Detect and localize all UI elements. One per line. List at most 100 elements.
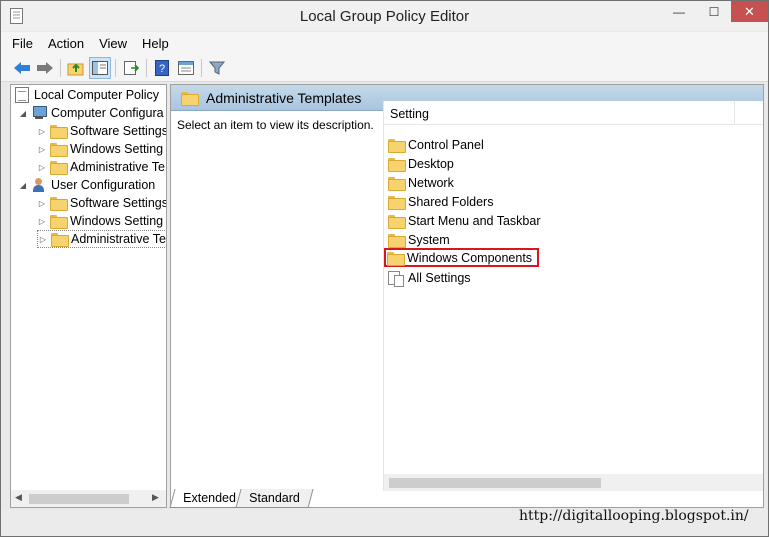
computer-icon (31, 106, 47, 120)
tree-item-computer-windows-settings[interactable]: ▷ Windows Setting (37, 140, 163, 158)
watermark-text: http://digitallooping.blogspot.in/ (519, 508, 749, 524)
tree-item-user-software-settings[interactable]: ▷ Software Settings (37, 194, 167, 212)
collapsed-chevron-icon[interactable]: ▷ (37, 127, 47, 136)
svg-text:?: ? (159, 63, 165, 75)
details-pane: Administrative Templates Select an item … (170, 84, 764, 508)
column-divider[interactable] (734, 101, 735, 125)
tree-item-label: Windows Setting (70, 214, 164, 228)
tab-label: Standard (249, 491, 300, 505)
list-item-label: Control Panel (408, 137, 484, 152)
forward-arrow-icon[interactable] (34, 57, 56, 79)
all-settings-icon (388, 270, 404, 287)
folder-icon (388, 157, 406, 172)
user-icon (31, 178, 47, 192)
collapsed-chevron-icon[interactable]: ▷ (37, 145, 47, 154)
collapsed-chevron-icon[interactable]: ▷ (38, 235, 48, 244)
tree-item-local-computer-policy[interactable]: Local Computer Policy (15, 86, 159, 104)
folder-icon (388, 214, 406, 229)
tree-item-label: Software Settings (70, 196, 167, 210)
list-item-windows-components[interactable]: Windows Components (384, 248, 540, 267)
folder-icon (388, 195, 406, 210)
folder-icon (388, 233, 406, 248)
show-tree-icon[interactable] (89, 57, 111, 79)
list-item-label: Start Menu and Taskbar (408, 213, 541, 228)
list-item-system[interactable]: System (387, 230, 450, 249)
folder-icon (50, 143, 68, 157)
list-item-network[interactable]: Network (387, 173, 454, 192)
folder-icon (51, 233, 69, 247)
up-folder-icon[interactable] (65, 57, 87, 79)
menu-view[interactable]: View (99, 36, 127, 51)
folder-icon (50, 125, 68, 139)
list-item-control-panel[interactable]: Control Panel (387, 135, 484, 154)
expanded-chevron-icon[interactable]: ◢ (18, 109, 28, 118)
minimize-button[interactable]: — (661, 1, 697, 22)
toolbar-separator (115, 59, 116, 77)
list-item-desktop[interactable]: Desktop (387, 154, 454, 173)
tree-item-user-administrative-templates[interactable]: ▷ Administrative Te (37, 230, 166, 248)
tree-item-user-configuration[interactable]: ◢ User Configuration (18, 176, 155, 194)
menu-bar: File Action View Help (1, 32, 768, 54)
window-title: Local Group Policy Editor (299, 8, 470, 25)
collapsed-chevron-icon[interactable]: ▷ (37, 163, 47, 172)
filter-icon[interactable] (206, 57, 228, 79)
collapsed-chevron-icon[interactable]: ▷ (37, 199, 47, 208)
app-window: Local Group Policy Editor — ☐ ✕ File Act… (0, 0, 769, 537)
tree-item-label: Local Computer Policy (34, 88, 160, 102)
expanded-chevron-icon[interactable]: ◢ (18, 181, 28, 190)
view-tabs: Extended Standard (169, 489, 764, 509)
tree-horizontal-scrollbar[interactable]: ◀ ▶ (11, 490, 166, 507)
scrollbar-thumb[interactable] (29, 494, 129, 504)
back-arrow-icon[interactable] (11, 57, 33, 79)
list-item-all-settings[interactable]: All Settings (387, 268, 471, 287)
maximize-button[interactable]: ☐ (697, 1, 731, 22)
tree-item-user-windows-settings[interactable]: ▷ Windows Setting (37, 212, 163, 230)
tree-item-label: User Configuration (51, 178, 156, 192)
folder-icon (50, 197, 68, 211)
scroll-right-icon[interactable]: ▶ (152, 492, 159, 503)
scrollbar-thumb[interactable] (389, 478, 601, 488)
toolbar-separator (201, 59, 202, 77)
list-item-label: Shared Folders (408, 194, 494, 209)
properties-icon[interactable] (175, 57, 197, 79)
column-header-setting[interactable]: Setting (390, 107, 429, 121)
toolbar: ? (1, 54, 768, 82)
folder-icon (50, 215, 68, 229)
description-text: Select an item to view its description. (177, 118, 374, 132)
list-item-shared-folders[interactable]: Shared Folders (387, 192, 493, 211)
folder-icon (387, 251, 405, 266)
tab-label: Extended (183, 491, 236, 505)
list-item-label: Network (408, 175, 454, 190)
folder-icon (388, 176, 406, 191)
policy-document-icon (15, 87, 29, 103)
tab-standard[interactable]: Standard (235, 489, 314, 508)
export-list-icon[interactable] (120, 57, 142, 79)
menu-file[interactable]: File (12, 36, 33, 51)
folder-icon (388, 138, 406, 153)
list-item-label: Desktop (408, 156, 454, 171)
navigation-tree: Local Computer Policy ◢ Computer Configu… (10, 84, 167, 508)
tree-item-computer-administrative-templates[interactable]: ▷ Administrative Te (37, 158, 165, 176)
tree-item-label: Software Settings (70, 124, 167, 138)
list-item-label: All Settings (408, 270, 471, 285)
details-title: Administrative Templates (206, 90, 362, 106)
list-item-label: System (408, 232, 450, 247)
menu-action[interactable]: Action (48, 36, 84, 51)
column-header[interactable]: Setting (384, 101, 763, 125)
help-icon[interactable]: ? (151, 57, 173, 79)
menu-help[interactable]: Help (142, 36, 169, 51)
list-item-label: Windows Components (407, 250, 533, 265)
settings-list: Setting Control Panel Desktop Network Sh… (383, 101, 763, 491)
toolbar-separator (146, 59, 147, 77)
title-bar: Local Group Policy Editor — ☐ ✕ (1, 1, 768, 31)
tree-item-computer-configuration[interactable]: ◢ Computer Configura (18, 104, 164, 122)
collapsed-chevron-icon[interactable]: ▷ (37, 217, 47, 226)
tree-item-computer-software-settings[interactable]: ▷ Software Settings (37, 122, 167, 140)
folder-icon (181, 92, 199, 106)
toolbar-separator (60, 59, 61, 77)
list-item-start-menu-and-taskbar[interactable]: Start Menu and Taskbar (387, 211, 540, 230)
scroll-left-icon[interactable]: ◀ (15, 492, 22, 503)
folder-icon (50, 161, 68, 175)
close-button[interactable]: ✕ (731, 1, 768, 22)
tree-item-label: Computer Configura (51, 106, 164, 120)
